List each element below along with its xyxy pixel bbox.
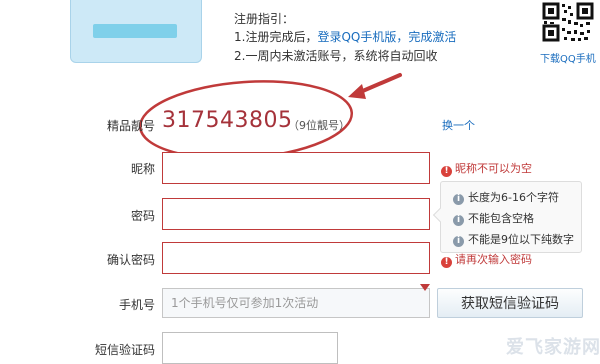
password-rule-3-text: 不能是9位以下纯数字 — [468, 233, 574, 246]
password-rules-tooltip: i 长度为6-16个字符 i 不能包含空格 i 不能是9位以下纯数字 — [432, 181, 582, 253]
nickname-label: 昵称 — [130, 162, 155, 176]
premium-number-label: 精品靓号 — [106, 119, 155, 133]
red-arrow-icon — [348, 73, 402, 99]
get-sms-code-button[interactable]: 获取短信验证码 — [437, 288, 583, 318]
nickname-input[interactable] — [162, 152, 430, 184]
nickname-error: ! 昵称不可以为空 — [441, 160, 532, 177]
password-rule-1-text: 长度为6-16个字符 — [468, 191, 559, 204]
confirm-password-label: 确认密码 — [106, 253, 155, 267]
premium-number-hint: （9位靓号） — [288, 119, 350, 132]
sms-code-label: 短信验证码 — [94, 343, 155, 357]
triangle-down-icon[interactable] — [420, 284, 430, 291]
password-rule-1: i 长度为6-16个字符 — [453, 189, 559, 205]
nickname-error-text: 昵称不可以为空 — [455, 162, 532, 175]
password-label: 密码 — [130, 209, 155, 223]
info-icon: i — [453, 236, 464, 247]
phone-label: 手机号 — [118, 298, 155, 312]
confirm-password-input[interactable] — [162, 242, 430, 274]
exclamation-icon: ! — [441, 166, 452, 177]
password-rule-2: i 不能包含空格 — [453, 210, 534, 226]
phone-input[interactable]: 1个手机号仅可参加1次活动 — [162, 288, 430, 318]
sms-code-input[interactable] — [162, 332, 338, 364]
exclamation-icon: ! — [441, 257, 452, 268]
info-icon: i — [453, 194, 464, 205]
password-rule-2-text: 不能包含空格 — [468, 212, 534, 225]
watermark: 爱飞家游网 — [506, 337, 600, 358]
premium-qq-number: 317543805 — [162, 108, 293, 133]
confirm-password-error-text: 请再次输入密码 — [455, 253, 532, 266]
change-number-link[interactable]: 换一个 — [442, 117, 475, 133]
confirm-password-error: ! 请再次输入密码 — [441, 251, 532, 268]
password-rule-3: i 不能是9位以下纯数字 — [453, 231, 574, 247]
password-input[interactable] — [162, 198, 430, 230]
info-icon: i — [453, 215, 464, 226]
